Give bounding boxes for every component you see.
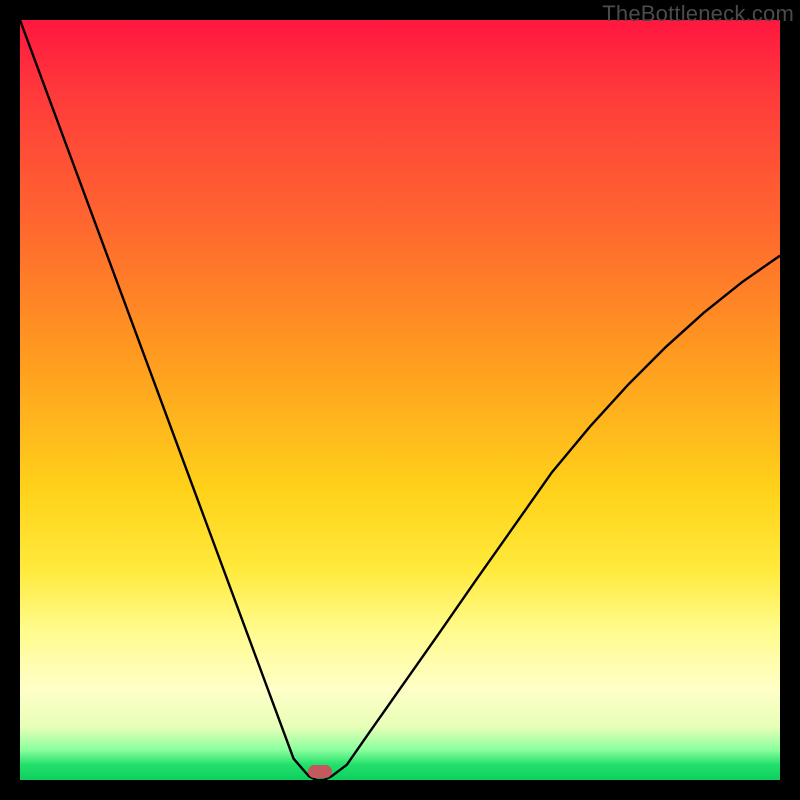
curve-svg — [20, 20, 780, 780]
chart-frame: TheBottleneck.com — [0, 0, 800, 800]
bottleneck-curve — [20, 20, 780, 780]
watermark-text: TheBottleneck.com — [602, 1, 794, 27]
optimum-marker — [308, 765, 332, 778]
plot-area — [20, 20, 780, 780]
